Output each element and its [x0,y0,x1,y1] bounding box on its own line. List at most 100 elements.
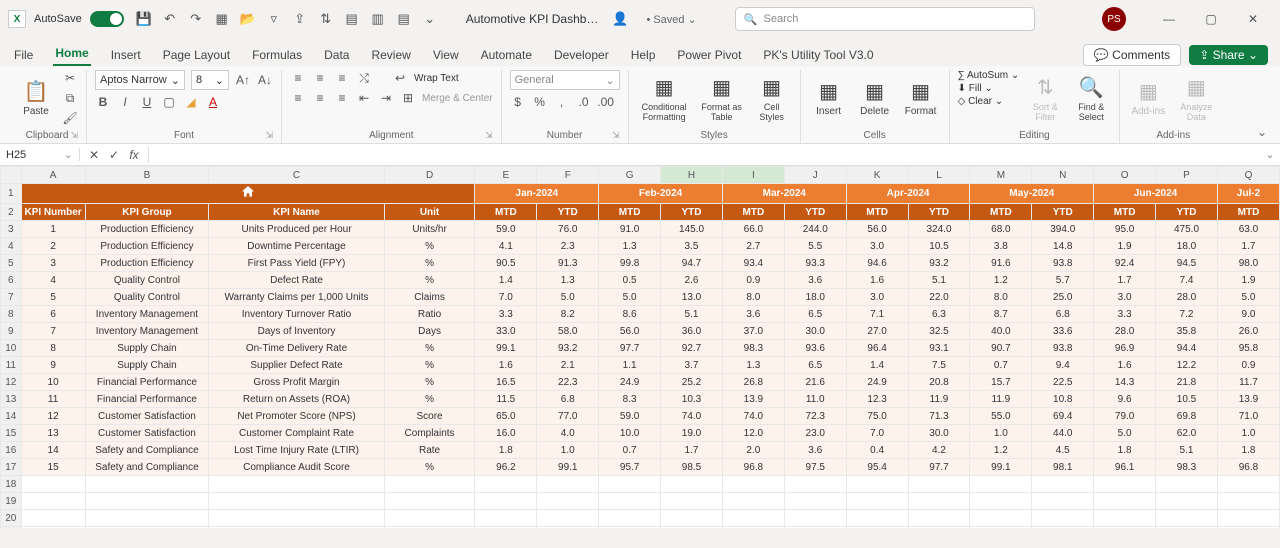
empty-cell[interactable] [85,493,209,510]
empty-cell[interactable] [1217,493,1279,510]
decrease-font-icon[interactable]: A↓ [257,72,273,88]
cell-value[interactable]: 10.5 [908,238,970,255]
cell-value[interactable]: 77.0 [537,408,599,425]
cell-value[interactable]: 11.0 [784,391,846,408]
empty-cell[interactable] [209,476,384,493]
empty-cell[interactable] [599,527,661,529]
cell-value[interactable]: 3.0 [846,238,908,255]
empty-cell[interactable] [970,476,1032,493]
cell-value[interactable]: 1.8 [1217,442,1279,459]
cell-value[interactable]: 55.0 [970,408,1032,425]
empty-cell[interactable] [1094,527,1156,529]
hdr-ytd[interactable]: YTD [1156,204,1218,221]
empty-cell[interactable] [908,527,970,529]
cell-kpi-num[interactable]: 8 [21,340,85,357]
access-icon[interactable]: 👤 [612,11,628,27]
cell-kpi-name[interactable]: On-Time Delivery Rate [209,340,384,357]
empty-cell[interactable] [85,510,209,527]
row-16[interactable]: 16 [1,442,22,459]
cell-kpi-group[interactable]: Production Efficiency [85,255,209,272]
hdr-mtd[interactable]: MTD [970,204,1032,221]
cell-value[interactable]: 66.0 [722,221,784,238]
cell-unit[interactable]: % [384,374,475,391]
empty-cell[interactable] [1032,527,1094,529]
cell-value[interactable]: 65.0 [475,408,537,425]
empty-cell[interactable] [722,476,784,493]
cell-value[interactable]: 145.0 [661,221,723,238]
undo-icon[interactable]: ↶ [162,11,178,27]
cell-value[interactable]: 1.0 [970,425,1032,442]
cell-value[interactable]: 5.0 [1217,289,1279,306]
month-jan[interactable]: Jan-2024 [475,184,599,204]
cell-value[interactable]: 12.3 [846,391,908,408]
cell-value[interactable]: 96.4 [846,340,908,357]
cell-kpi-num[interactable]: 6 [21,306,85,323]
empty-cell[interactable] [537,527,599,529]
empty-cell[interactable] [784,510,846,527]
cell-value[interactable]: 27.0 [846,323,908,340]
hdr-mtd[interactable]: MTD [1094,204,1156,221]
cell-value[interactable]: 6.8 [1032,306,1094,323]
cell-value[interactable]: 20.8 [908,374,970,391]
cell-value[interactable]: 79.0 [1094,408,1156,425]
cell-kpi-group[interactable]: Supply Chain [85,357,209,374]
cell-value[interactable]: 19.0 [661,425,723,442]
cell-value[interactable]: 58.0 [537,323,599,340]
align-mid-icon[interactable]: ≡ [312,70,328,86]
cell-kpi-name[interactable]: Lost Time Injury Rate (LTIR) [209,442,384,459]
cell-kpi-num[interactable]: 7 [21,323,85,340]
empty-cell[interactable] [846,476,908,493]
cell-unit[interactable]: % [384,255,475,272]
cell-value[interactable]: 71.0 [1217,408,1279,425]
empty-cell[interactable] [21,527,85,529]
empty-cell[interactable] [1094,476,1156,493]
cell-unit[interactable]: Score [384,408,475,425]
saved-status[interactable]: • Saved [646,13,696,26]
cell-value[interactable]: 14.3 [1094,374,1156,391]
analyze-button[interactable]: ▦Analyze Data [1174,70,1218,126]
empty-cell[interactable] [21,476,85,493]
col-H[interactable]: H [661,167,723,184]
cell-value[interactable]: 5.1 [661,306,723,323]
cell-value[interactable]: 0.7 [599,442,661,459]
hdr-kpi-name[interactable]: KPI Name [209,204,384,221]
cell-value[interactable]: 30.0 [784,323,846,340]
empty-cell[interactable] [599,476,661,493]
cell-value[interactable]: 28.0 [1156,289,1218,306]
font-color-button[interactable]: A [205,94,221,110]
cell-value[interactable]: 13.9 [722,391,784,408]
tab-automate[interactable]: Automate [479,44,534,66]
grid-icon[interactable]: ▦ [214,11,230,27]
cell-value[interactable]: 13.0 [661,289,723,306]
empty-cell[interactable] [1032,493,1094,510]
empty-cell[interactable] [599,510,661,527]
cell-value[interactable]: 9.4 [1032,357,1094,374]
cell-value[interactable]: 94.7 [661,255,723,272]
cell-value[interactable]: 1.3 [599,238,661,255]
cell-value[interactable]: 76.0 [537,221,599,238]
cell-value[interactable]: 56.0 [846,221,908,238]
cell-value[interactable]: 37.0 [722,323,784,340]
empty-cell[interactable] [722,527,784,529]
hdr-ytd[interactable]: YTD [908,204,970,221]
empty-cell[interactable] [784,493,846,510]
cell-value[interactable]: 93.4 [722,255,784,272]
paste-button[interactable]: 📋 Paste [16,70,56,126]
cell-value[interactable]: 2.3 [537,238,599,255]
cell-value[interactable]: 244.0 [784,221,846,238]
orientation-icon[interactable]: ⤭ [356,70,372,86]
cell-value[interactable]: 24.9 [599,374,661,391]
cell-value[interactable]: 8.0 [722,289,784,306]
empty-cell[interactable] [209,527,384,529]
cell-kpi-num[interactable]: 2 [21,238,85,255]
cell-value[interactable]: 4.2 [908,442,970,459]
cell-value[interactable]: 11.9 [908,391,970,408]
cell-value[interactable]: 11.7 [1217,374,1279,391]
row-9[interactable]: 9 [1,323,22,340]
cell-value[interactable]: 5.5 [784,238,846,255]
cell-value[interactable]: 22.0 [908,289,970,306]
cell-kpi-name[interactable]: Defect Rate [209,272,384,289]
cell-value[interactable]: 69.8 [1156,408,1218,425]
month-jul[interactable]: Jul-2 [1217,184,1279,204]
col-F[interactable]: F [537,167,599,184]
